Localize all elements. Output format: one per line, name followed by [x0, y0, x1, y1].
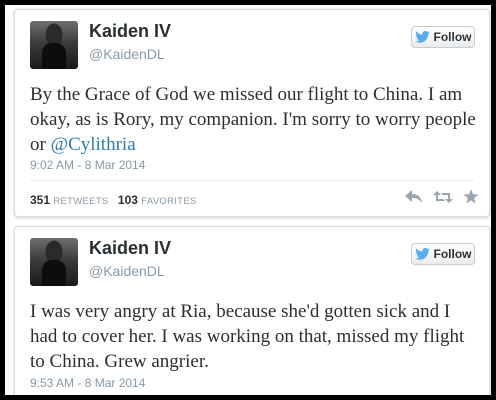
- twitter-bird-icon: [414, 31, 430, 43]
- favorite-star-icon[interactable]: [463, 189, 479, 204]
- avatar[interactable]: [30, 238, 78, 286]
- user-name[interactable]: Kaiden IV: [89, 21, 171, 42]
- tweet-card: Kaiden IV @KaidenDL Follow I was very an…: [14, 226, 490, 395]
- screenshot-frame: Kaiden IV @KaidenDL Follow By the Grace …: [5, 5, 491, 395]
- follow-label: Follow: [433, 30, 472, 44]
- retweet-icon[interactable]: [433, 190, 453, 204]
- retweets-label: RETWEETS: [53, 196, 109, 207]
- tweet-text: By the Grace of God we missed our flight…: [30, 82, 476, 157]
- tweet-stats: 351 RETWEETS 103 FAVORITES: [30, 193, 203, 207]
- twitter-bird-icon: [414, 248, 430, 260]
- favorites-count[interactable]: 103: [118, 193, 138, 207]
- tweet-card: Kaiden IV @KaidenDL Follow By the Grace …: [14, 9, 490, 217]
- avatar[interactable]: [30, 21, 78, 69]
- mention-link[interactable]: @Cylithria: [51, 134, 136, 155]
- follow-button[interactable]: Follow: [411, 243, 475, 265]
- tweet-timestamp[interactable]: 9:02 AM - 8 Mar 2014: [30, 158, 145, 172]
- user-handle[interactable]: @KaidenDL: [89, 46, 165, 62]
- tweet-text: I was very angry at Ria, because she'd g…: [30, 301, 465, 372]
- retweets-count[interactable]: 351: [30, 193, 50, 207]
- divider: [30, 180, 474, 181]
- favorites-label: FAVORITES: [141, 196, 197, 207]
- tweet-actions: [405, 189, 479, 204]
- tweet-timestamp[interactable]: 9:53 AM - 8 Mar 2014: [30, 376, 145, 390]
- user-name[interactable]: Kaiden IV: [89, 238, 171, 259]
- user-handle[interactable]: @KaidenDL: [89, 263, 165, 279]
- follow-button[interactable]: Follow: [411, 26, 475, 48]
- follow-label: Follow: [433, 247, 472, 261]
- reply-icon[interactable]: [405, 189, 423, 204]
